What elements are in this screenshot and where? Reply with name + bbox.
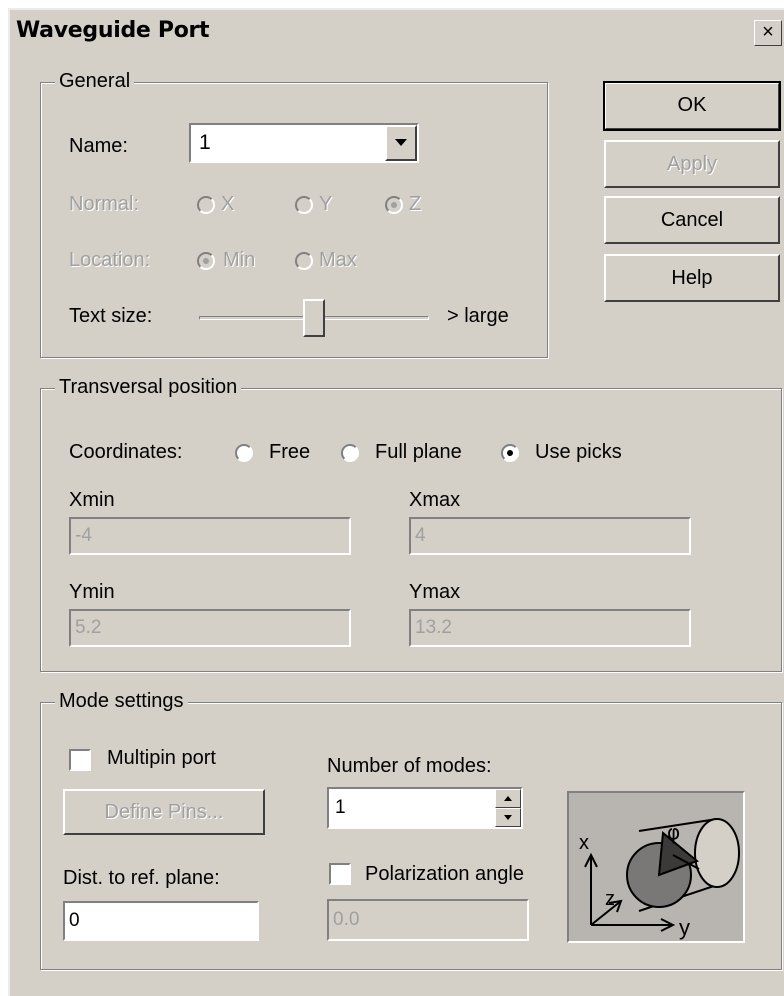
normal-x-radio[interactable] (197, 196, 215, 214)
spin-up-button[interactable] (495, 789, 521, 808)
ymax-value: 13.2 (415, 617, 452, 638)
location-max-radio[interactable] (295, 252, 313, 270)
normal-z-radio[interactable] (385, 196, 403, 214)
diagram-phi-label: φ (667, 820, 680, 844)
name-value: 1 (199, 131, 211, 154)
num-modes-spinner[interactable]: 1 (327, 787, 523, 829)
multipin-label: Multipin port (107, 747, 216, 769)
waveguide-port-dialog: Waveguide Port × General Name: 1 Normal:… (8, 8, 784, 996)
normal-label: Normal: (69, 193, 140, 215)
normal-y-radio[interactable] (295, 196, 313, 214)
cancel-button[interactable]: Cancel (604, 196, 780, 244)
xmin-value: -4 (75, 525, 92, 546)
location-max-label: Max (319, 249, 357, 271)
waveguide-diagram: x z y φ (567, 791, 745, 943)
textsize-label: Text size: (69, 305, 153, 327)
xmax-label: Xmax (409, 489, 461, 511)
dist-label: Dist. to ref. plane: (63, 867, 220, 889)
close-button[interactable]: × (754, 20, 782, 46)
polarization-label: Polarization angle (365, 863, 524, 885)
coord-fullplane-radio[interactable] (341, 444, 359, 462)
coord-free-radio[interactable] (235, 444, 253, 462)
normal-y-label: Y (319, 193, 333, 215)
diagram-x-label: x (579, 832, 589, 854)
radio-selected-dot (507, 450, 513, 456)
ymax-field[interactable]: 13.2 (409, 609, 691, 647)
general-group: General Name: 1 Normal: X Y Z Location: … (40, 70, 548, 358)
title-bar: Waveguide Port × (10, 10, 784, 54)
multipin-checkbox[interactable] (69, 749, 91, 771)
ok-label: OK (677, 94, 707, 116)
radio-selected-dot (391, 202, 397, 208)
general-legend: General (55, 70, 135, 93)
location-label: Location: (69, 249, 151, 271)
xmax-value: 4 (415, 525, 426, 546)
dist-value: 0 (69, 910, 80, 931)
normal-x-label: X (221, 193, 235, 215)
polarization-checkbox[interactable] (329, 863, 351, 885)
ymin-value: 5.2 (75, 617, 102, 638)
dist-field[interactable]: 0 (63, 901, 259, 941)
arrow-up-icon (504, 796, 512, 801)
ymax-label: Ymax (409, 581, 461, 603)
name-label: Name: (69, 135, 128, 157)
arrow-down-icon (504, 815, 512, 820)
transversal-legend: Transversal position (55, 376, 242, 399)
dialog-title: Waveguide Port (16, 18, 210, 43)
coord-usepicks-label: Use picks (535, 441, 622, 463)
num-modes-value: 1 (335, 797, 346, 818)
transversal-group: Transversal position Coordinates: Free F… (40, 376, 782, 672)
diagram-y-label: y (679, 915, 690, 940)
help-label: Help (671, 267, 713, 289)
location-min-radio[interactable] (197, 252, 215, 270)
slider-thumb[interactable] (303, 299, 325, 337)
coord-fullplane-label: Full plane (375, 441, 462, 463)
diagram-z-label: z (605, 888, 615, 910)
polarization-field[interactable]: 0.0 (327, 899, 529, 941)
coord-free-label: Free (269, 441, 311, 463)
xmin-field[interactable]: -4 (69, 517, 351, 555)
help-button[interactable]: Help (604, 254, 780, 302)
close-icon: × (762, 21, 774, 43)
chevron-down-icon (395, 139, 407, 146)
spin-down-button[interactable] (495, 808, 521, 827)
coord-usepicks-radio[interactable] (501, 444, 519, 462)
define-pins-button[interactable]: Define Pins... (63, 789, 265, 835)
name-dropdown-button[interactable] (385, 125, 417, 161)
mode-settings-group: Mode settings Multipin port Define Pins.… (40, 690, 782, 970)
location-min-label: Min (223, 249, 256, 271)
normal-z-label: Z (409, 193, 422, 215)
ok-button[interactable]: OK (603, 81, 781, 131)
cancel-label: Cancel (660, 209, 724, 231)
textsize-max-label: > large (447, 305, 509, 327)
ymin-label: Ymin (69, 581, 115, 603)
ymin-field[interactable]: 5.2 (69, 609, 351, 647)
define-pins-label: Define Pins... (104, 801, 224, 823)
xmax-field[interactable]: 4 (409, 517, 691, 555)
apply-label: Apply (666, 153, 718, 175)
textsize-slider[interactable] (199, 299, 429, 339)
polarization-value: 0.0 (333, 909, 360, 930)
xmin-label: Xmin (69, 489, 115, 511)
coordinates-label: Coordinates: (69, 441, 183, 463)
num-modes-label: Number of modes: (327, 755, 492, 777)
radio-selected-dot (203, 258, 209, 264)
mode-settings-legend: Mode settings (55, 690, 188, 713)
name-select[interactable]: 1 (189, 123, 419, 163)
apply-button[interactable]: Apply (604, 140, 780, 188)
waveguide-diagram-graphic: x z y φ (579, 818, 740, 940)
